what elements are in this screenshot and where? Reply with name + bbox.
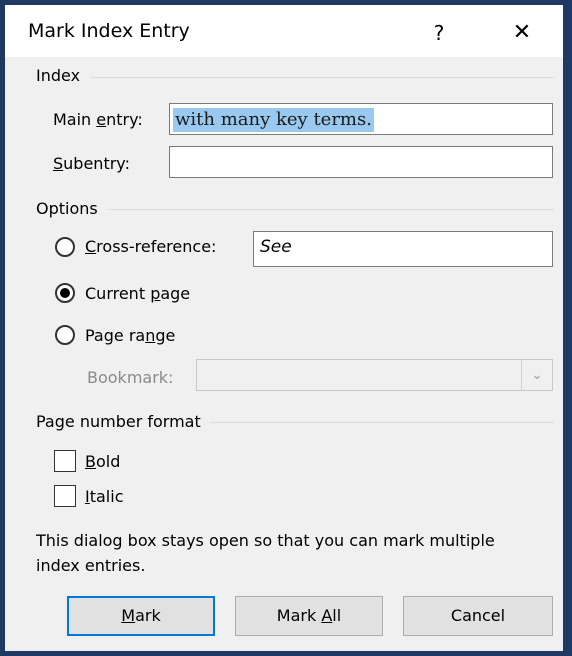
cross-reference-radio[interactable] <box>55 237 75 257</box>
options-group-label: Options <box>36 199 108 218</box>
close-icon: ✕ <box>512 20 532 45</box>
help-button[interactable]: ? <box>419 16 459 50</box>
cancel-button[interactable]: Cancel <box>403 596 553 636</box>
info-text: This dialog box stays open so that you c… <box>36 531 495 575</box>
title-bar[interactable]: Mark Index Entry ? ✕ <box>5 5 563 57</box>
dialog-title: Mark Index Entry <box>28 20 190 42</box>
cross-reference-input[interactable]: See <box>253 231 553 267</box>
current-page-radio[interactable] <box>55 283 75 303</box>
current-page-label[interactable]: Current page <box>85 284 190 303</box>
subentry-label: Subentry: <box>53 154 130 173</box>
cross-reference-label[interactable]: Cross-reference: <box>85 237 216 256</box>
bold-label[interactable]: Bold <box>85 452 120 471</box>
italic-label[interactable]: Italic <box>85 487 123 506</box>
subentry-input[interactable] <box>169 146 553 178</box>
page-range-radio[interactable] <box>55 325 75 345</box>
main-entry-input[interactable]: with many key terms. <box>169 103 553 135</box>
main-entry-label: Main entry: <box>53 110 143 129</box>
cross-reference-value: See <box>260 237 292 257</box>
options-group-divider <box>36 209 554 210</box>
italic-checkbox[interactable] <box>54 485 76 507</box>
index-group-divider <box>36 77 554 78</box>
bold-checkbox[interactable] <box>54 450 76 472</box>
index-group-label: Index <box>36 66 91 85</box>
close-button[interactable]: ✕ <box>500 16 544 50</box>
format-group-label: Page number format <box>36 412 211 431</box>
mark-all-button[interactable]: Mark All <box>235 596 383 636</box>
main-entry-value: with many key terms. <box>173 108 374 132</box>
mark-button[interactable]: Mark <box>67 596 215 636</box>
chevron-down-icon: ⌄ <box>521 360 552 390</box>
bookmark-label: Bookmark: <box>87 368 174 387</box>
page-range-label[interactable]: Page range <box>85 326 175 345</box>
bookmark-dropdown[interactable]: ⌄ <box>196 359 553 391</box>
